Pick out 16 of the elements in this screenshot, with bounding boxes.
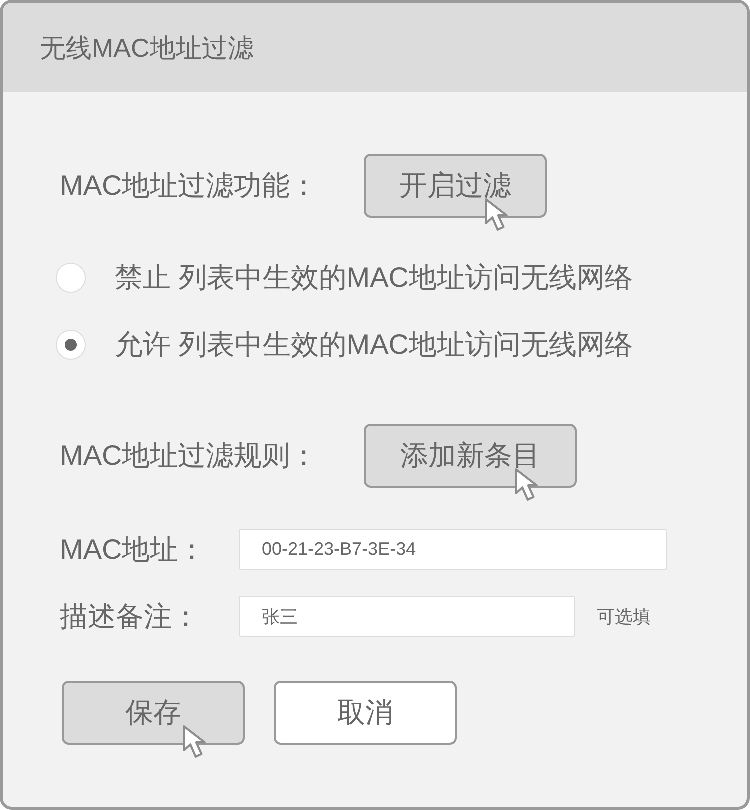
radio-label: 允许 列表中生效的MAC地址访问无线网络 [115, 328, 633, 362]
add-entry-button[interactable]: 添加新条目 [364, 424, 577, 488]
radio-label: 禁止 列表中生效的MAC地址访问无线网络 [115, 261, 633, 295]
field-label: MAC地址： [60, 532, 208, 566]
enable-filter-button[interactable]: 开启过滤 [364, 154, 547, 218]
input-field[interactable]: 00-21-23-B7-3E-34 [239, 529, 667, 570]
save-button[interactable]: 保存 [62, 681, 245, 745]
field-label: MAC地址过滤规则： [60, 439, 320, 473]
input-field[interactable]: 张三 [239, 596, 575, 637]
cancel-button[interactable]: 取消 [274, 681, 457, 745]
field-label: 描述备注： [60, 600, 201, 634]
field-label: MAC地址过滤功能： [60, 169, 320, 203]
radio-button[interactable] [56, 330, 86, 360]
radio-button[interactable] [56, 263, 86, 293]
window-title: 无线MAC地址过滤 [40, 32, 254, 64]
optional-hint: 可选填 [597, 606, 651, 628]
